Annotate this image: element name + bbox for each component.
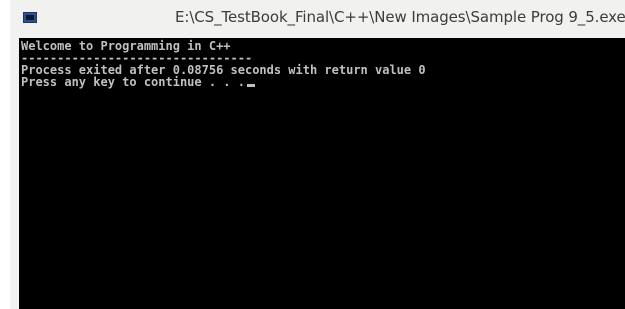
console-line-prompt: Press any key to continue . . . xyxy=(21,76,625,88)
text-cursor xyxy=(246,84,255,87)
prompt-text: Press any key to continue . . . xyxy=(21,75,245,89)
console-app-icon[interactable] xyxy=(23,12,37,23)
console-window: E:\CS_TestBook_Final\C++\New Images\Samp… xyxy=(10,0,625,309)
console-output[interactable]: Welcome to Programming in C++ ----------… xyxy=(19,38,625,309)
title-bar[interactable]: E:\CS_TestBook_Final\C++\New Images\Samp… xyxy=(10,0,625,38)
window-title: E:\CS_TestBook_Final\C++\New Images\Samp… xyxy=(175,8,625,26)
